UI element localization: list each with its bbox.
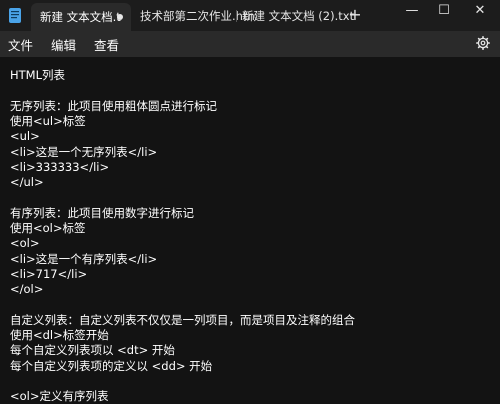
tab-divider [236,10,237,22]
new-tab-button[interactable]: + [346,5,364,25]
maximize-button[interactable]: ☐ [424,0,464,24]
gear-icon[interactable] [476,36,490,50]
text-editor-area[interactable]: HTML列表 无序列表：此项目使用粗体圆点进行标记 使用<ul>标签 <ul> <li>… [0,57,500,404]
editor-line: <li>717</li> [10,266,88,281]
editor-line: <li>这是一个有序列表</li> [10,251,158,266]
menu-edit[interactable]: 编辑 [51,35,76,54]
editor-line: HTML列表 [10,68,66,82]
tab-homework-file[interactable]: 技术部第二次作业.htn [140,0,255,31]
editor-line: <ol> [10,236,40,251]
menu-file[interactable]: 文件 [8,35,33,54]
editor-line: 每个自定义列表项的定义以 <dd> 开始 [10,358,213,373]
tab-label: 技术部第二次作业.htn [140,8,255,23]
tab-label: 新建 文本文档 (2).txt [242,8,355,23]
editor-line: <li>333333</li> [10,159,110,174]
menu-bar: 文件 编辑 查看 [0,31,500,57]
menu-view[interactable]: 查看 [94,35,119,54]
editor-line: </ul> [10,175,44,190]
editor-line: <ol>定义有序列表 [10,389,109,404]
tab-label: 新建 文本文档.t [40,10,121,24]
tab-text-document-2[interactable]: 新建 文本文档 (2).txt [242,0,354,31]
notepad-window: 新建 文本文档.t 技术部第二次作业.htn 新建 文本文档 (2).txt +… [0,0,500,404]
tab-active-document[interactable]: 新建 文本文档.t [31,3,131,31]
editor-line: 使用<dl>标签开始 [10,328,109,343]
editor-line: 使用<ol>标签 [10,221,86,235]
editor-line: 无序列表：此项目使用粗体圆点进行标记 [10,98,217,113]
editor-line: 每个自定义列表项以 <dt> 开始 [10,343,175,358]
unsaved-dot-icon[interactable] [117,14,123,20]
notepad-app-icon [9,8,21,23]
editor-line: </ol> [10,282,44,297]
editor-line: 使用<ul>标签 [10,113,86,128]
editor-line: <ul> [10,129,40,144]
editor-line: 自定义列表：自定义列表不仅仅是一列项目，而是项目及注释的组合 [10,312,355,327]
title-bar: 新建 文本文档.t 技术部第二次作业.htn 新建 文本文档 (2).txt +… [0,0,500,31]
editor-line: 有序列表：此项目使用数字进行标记 [10,205,194,220]
close-button[interactable]: ✕ [460,0,500,24]
editor-line: <li>这是一个无序列表</li> [10,144,158,159]
